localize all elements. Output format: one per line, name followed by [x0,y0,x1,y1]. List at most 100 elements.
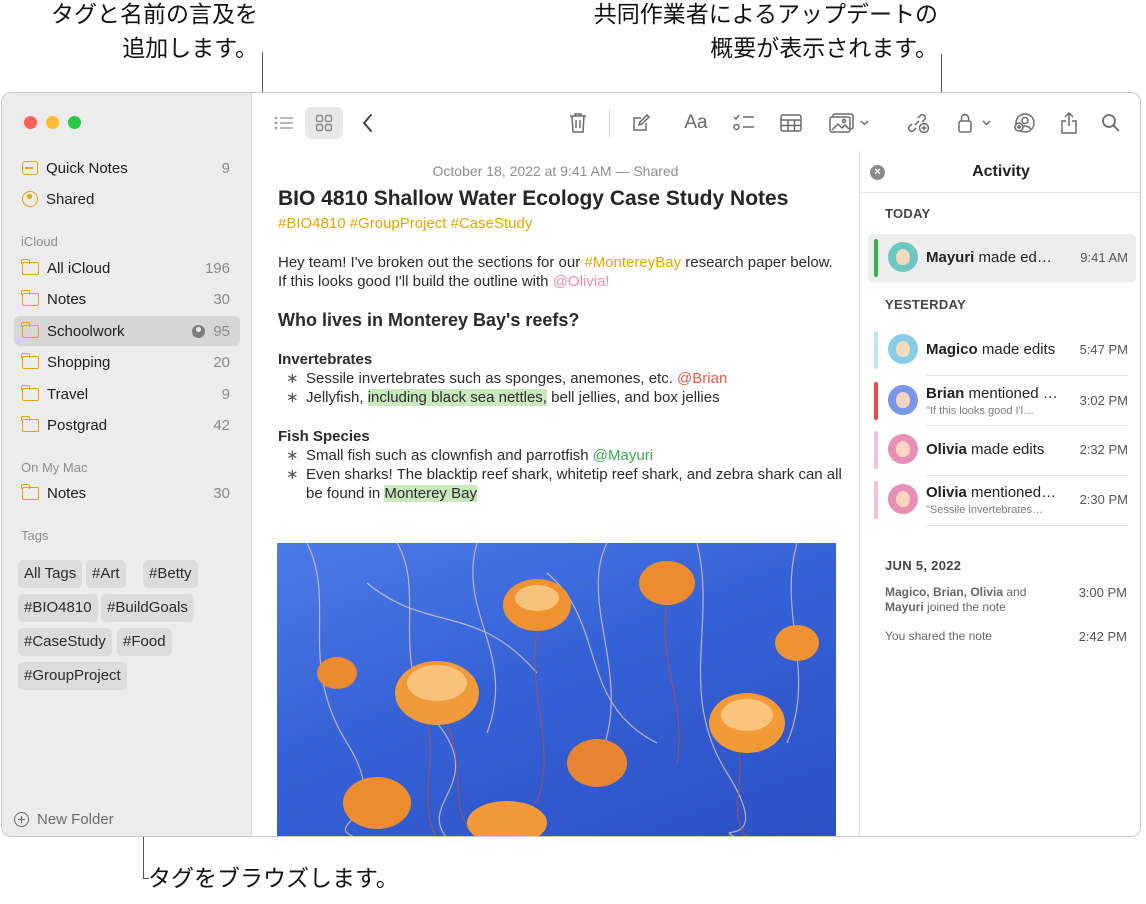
avatar [888,242,918,272]
activity-text: Olivia made edits [926,441,1061,458]
activity-time: 2:30 PM [1079,492,1128,507]
sidebar-item-label: Notes [47,484,87,502]
mention-mayuri[interactable]: @Mayuri [593,447,653,464]
activity-quote: "Sessile invertebrates… [926,504,1044,516]
sidebar-item-count: 30 [213,484,230,502]
sidebar-item-count: 196 [204,259,230,277]
tag-chip-casestudy[interactable]: #CaseStudy [18,628,112,656]
add-circle-icon [14,812,29,827]
sidebar-item-shopping[interactable]: Shopping 20 [14,347,240,377]
shared-folder-icon [192,324,206,338]
section-header-tags: Tags [21,528,49,543]
tag-chip-food[interactable]: #Food [117,628,172,656]
activity-action: mentioned… [966,484,1057,501]
collaborator-names: Magico, Brian, Olivia [885,585,1004,599]
activity-text: Magico made edits [926,341,1061,358]
callout-browse-tags: タグをブラウズします。 [148,866,399,892]
toolbar-divider [609,109,610,137]
collaborator-name: Brian [926,385,965,402]
activity-action: made ed… [974,249,1052,266]
mention-olivia[interactable]: @Olivia! [553,273,610,290]
sidebar-item-label: All iCloud [47,259,111,277]
back-chevron-icon[interactable] [356,107,380,139]
sidebar-item-all-icloud[interactable]: All iCloud 196 [14,253,240,283]
sidebar-item-mac-notes[interactable]: Notes 30 [14,478,240,508]
close-window-button[interactable] [24,116,37,129]
table-icon[interactable] [777,107,805,139]
note-body[interactable]: Hey team! I've broken out the sections f… [278,253,843,503]
shared-icon [22,191,38,207]
trash-icon[interactable] [565,107,591,139]
format-text-icon[interactable]: Aa [681,107,711,139]
lock-icon[interactable] [954,107,994,139]
collaborator-color-bar [874,431,878,469]
callout-add-tags-mentions: タグと名前の言及を 追加します。 [18,0,258,66]
avatar [888,484,918,514]
sidebar-item-count: 20 [213,353,230,371]
callout-line: 追加します。 [122,36,258,62]
collaborator-name: Mayuri [926,249,975,266]
activity-item[interactable]: Mayuri made ed… 9:41 AM [868,234,1136,282]
list-item: ∗ Small fish such as clownfish and parro… [278,446,843,465]
sidebar-item-notes[interactable]: Notes 30 [14,284,240,314]
zoom-window-button[interactable] [68,116,81,129]
avatar [888,334,918,364]
note-editor[interactable]: October 18, 2022 at 9:41 AM — Shared BIO… [252,151,859,836]
activity-item[interactable]: Magico made edits 5:47 PM [868,326,1136,374]
activity-item[interactable]: Olivia made edits 2:32 PM [868,426,1136,474]
callout-line: 共同作業者によるアップデートの [593,2,938,28]
folder-icon [21,352,39,369]
note-tags[interactable]: #BIO4810 #GroupProject #CaseStudy [278,215,532,232]
tag-chip-buildgoals[interactable]: #BuildGoals [101,594,194,622]
activity-action: made edits [966,441,1045,458]
new-folder-label: New Folder [37,811,114,828]
collaborator-name: Olivia [926,441,967,458]
activity-divider [926,375,1128,376]
folder-icon [21,384,39,401]
note-date: October 18, 2022 at 9:41 AM — Shared [432,163,679,179]
gallery-view-icon[interactable] [305,107,343,139]
sidebar-item-schoolwork[interactable]: Schoolwork 95 [14,316,240,346]
list-item-text: Jellyfish, [306,389,368,406]
sidebar-item-label: Quick Notes [46,159,128,177]
new-folder-button[interactable]: New Folder [14,811,114,828]
list-view-icon[interactable] [272,107,296,139]
activity-text: joined the note [923,600,1006,614]
collaborate-icon[interactable] [904,107,932,139]
tag-chip-groupproject[interactable]: #GroupProject [18,662,127,690]
mention-brian[interactable]: @Brian [677,370,727,387]
tag-chip-all-tags[interactable]: All Tags [18,560,83,588]
activity-header: × Activity [860,151,1140,193]
sidebar-item-shared[interactable]: Shared [14,184,240,214]
inline-tag[interactable]: #MontereyBay [584,254,681,271]
activity-item[interactable]: Olivia mentioned… "Sessile invertebrates… [868,476,1136,524]
sidebar-item-label: Schoolwork [47,322,125,340]
search-icon[interactable] [1098,107,1124,139]
minimize-window-button[interactable] [46,116,59,129]
jellyfish-photo[interactable] [277,543,836,836]
activity-quote: "If this looks good I'l… [926,405,1035,417]
section-header-icloud: iCloud [21,234,58,249]
collaborator-name: Magico [926,341,978,358]
tag-chip-art[interactable]: #Art [86,560,126,588]
compose-icon[interactable] [628,107,654,139]
share-people-icon[interactable] [1010,107,1040,139]
sidebar: Quick Notes 9 Shared iCloud All iCloud 1… [2,93,252,836]
activity-section-jun-5: JUN 5, 2022 [885,558,962,573]
section-header-on-my-mac: On My Mac [21,460,88,475]
activity-item[interactable]: Brian mentioned L… "If this looks good I… [868,377,1136,425]
checklist-icon[interactable] [731,107,757,139]
sidebar-item-label: Notes [47,290,87,308]
sidebar-item-quick-notes[interactable]: Quick Notes 9 [14,153,240,183]
activity-time: 5:47 PM [1079,342,1128,357]
media-icon[interactable] [827,107,873,139]
share-icon[interactable] [1056,107,1082,139]
sidebar-item-travel[interactable]: Travel 9 [14,379,240,409]
tag-chip-betty[interactable]: #Betty [143,560,198,588]
tag-chip-bio4810[interactable]: #BIO4810 [18,594,98,622]
note-title[interactable]: BIO 4810 Shallow Water Ecology Case Stud… [278,187,788,211]
sidebar-item-postgrad[interactable]: Postgrad 42 [14,410,240,440]
activity-time: 2:32 PM [1079,442,1128,457]
activity-shared-note: You shared the note [885,629,992,643]
notes-window: Quick Notes 9 Shared iCloud All iCloud 1… [1,92,1141,837]
